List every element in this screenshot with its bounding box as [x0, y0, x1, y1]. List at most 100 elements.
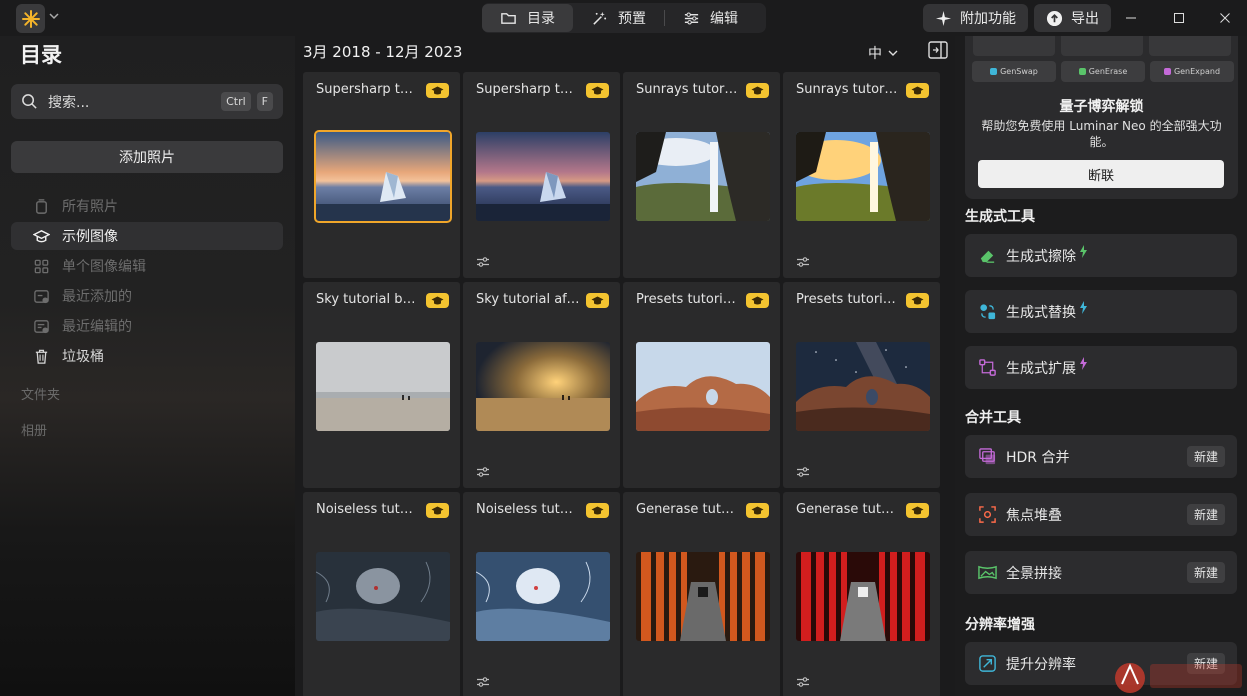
- grid-icon: [34, 259, 49, 273]
- photo-thumbnail[interactable]: [314, 130, 452, 223]
- tutorial-badge: [426, 503, 449, 518]
- export-button[interactable]: 导出: [1034, 4, 1111, 32]
- photo-thumbnail[interactable]: [316, 342, 450, 431]
- tab-edit[interactable]: 编辑: [665, 4, 756, 32]
- search-input[interactable]: 搜索... Ctrl F: [11, 84, 283, 119]
- folders-section-header[interactable]: 文件夹: [21, 384, 60, 403]
- tab-catalog[interactable]: 目录: [482, 4, 573, 32]
- graduation-cap-icon: [911, 296, 924, 304]
- photo-card[interactable]: Generase tutorial before: [623, 492, 780, 696]
- sidebar-item-recently-added[interactable]: 最近添加的: [11, 282, 283, 310]
- thumbnail-size-select[interactable]: 中: [868, 43, 898, 63]
- photo-card[interactable]: Sky tutorial before: [303, 282, 460, 488]
- photo-thumbnail[interactable]: [476, 132, 610, 221]
- mode-tabs: 目录 预置 编辑: [482, 3, 766, 33]
- sidebar-item-all-photos[interactable]: 所有照片: [11, 192, 283, 220]
- photo-thumbnail[interactable]: [796, 552, 930, 641]
- app-logo-button[interactable]: [16, 4, 45, 33]
- photo-card[interactable]: Noiseless tutorial after: [463, 492, 620, 696]
- minimize-button[interactable]: [1121, 8, 1141, 28]
- tab-label: 目录: [527, 11, 555, 27]
- graduation-cap-icon: [33, 229, 50, 242]
- upload-icon: [1046, 10, 1063, 26]
- photo-thumbnail[interactable]: [636, 342, 770, 431]
- watermark-logo: [1115, 663, 1242, 693]
- graduation-cap-icon: [431, 296, 444, 304]
- tutorial-badge: [586, 503, 609, 518]
- photo-card[interactable]: Sky tutorial after: [463, 282, 620, 488]
- focus-stack-icon: [979, 506, 996, 523]
- sidebar-item-label: 所有照片: [62, 199, 118, 215]
- tutorial-badge: [426, 293, 449, 308]
- extras-button[interactable]: 附加功能: [923, 4, 1028, 32]
- sidebar-item-trash[interactable]: 垃圾桶: [11, 342, 283, 370]
- chip-genexpand[interactable]: GenExpand: [1150, 61, 1234, 82]
- tool-generative-erase[interactable]: 生成式擦除: [965, 234, 1237, 277]
- tutorial-badge: [586, 293, 609, 308]
- photos-stack-icon: [36, 198, 47, 214]
- chip-genswap[interactable]: GenSwap: [972, 61, 1056, 82]
- sidebar-item-sample-images[interactable]: 示例图像: [11, 222, 283, 250]
- photo-thumbnail[interactable]: [636, 132, 770, 221]
- close-button[interactable]: [1215, 8, 1235, 28]
- photo-thumbnail[interactable]: [476, 342, 610, 431]
- graduation-cap-icon: [591, 86, 604, 94]
- minimize-icon: [1126, 17, 1136, 19]
- search-placeholder: 搜索...: [48, 94, 90, 111]
- hdr-layers-icon: [979, 448, 996, 465]
- tab-label: 编辑: [710, 11, 738, 27]
- graduation-cap-icon: [751, 86, 764, 94]
- photo-card[interactable]: Supersharp tutorial after: [463, 72, 620, 278]
- photo-grid: Supersharp tutorial before Supersharp tut…: [303, 72, 943, 696]
- edited-sliders-icon: [476, 675, 490, 689]
- photo-name: Presets tutorial before: [636, 292, 740, 307]
- shortcut-key: Ctrl: [221, 92, 251, 111]
- right-panel: GenSwap GenErase GenExpand 量子博弈解锁 帮助您免费使…: [955, 36, 1247, 696]
- tool-focus-stacking[interactable]: 焦点堆叠 新建: [965, 493, 1237, 536]
- tool-generative-swap[interactable]: 生成式替换: [965, 290, 1237, 333]
- tool-generative-expand[interactable]: 生成式扩展: [965, 346, 1237, 389]
- photo-thumbnail[interactable]: [316, 552, 450, 641]
- photo-name: Sky tutorial before: [316, 292, 420, 307]
- add-photos-button[interactable]: 添加照片: [11, 141, 283, 173]
- photo-thumbnail[interactable]: [796, 342, 930, 431]
- maximize-button[interactable]: [1169, 8, 1189, 28]
- photo-name: Generase tutorial before: [636, 502, 740, 517]
- tool-label: 全景拼接: [1006, 565, 1062, 582]
- sidebar-item-single-edits[interactable]: 单个图像编辑: [11, 252, 283, 280]
- genexpand-icon: [1163, 68, 1171, 75]
- thumbnail-size-value: 中: [868, 46, 882, 62]
- photo-name: Supersharp tutorial before: [316, 82, 420, 97]
- tutorial-badge: [906, 83, 929, 98]
- photo-card[interactable]: Generase tutorial after: [783, 492, 940, 696]
- photo-card[interactable]: Presets tutorial before: [623, 282, 780, 488]
- photo-name: Sunrays tutorial after: [796, 82, 900, 97]
- toggle-panel-icon[interactable]: [928, 41, 948, 59]
- tool-label: 焦点堆叠: [1006, 507, 1062, 524]
- tool-panorama-stitching[interactable]: 全景拼接 新建: [965, 551, 1237, 594]
- photo-card[interactable]: Noiseless tutorial before: [303, 492, 460, 696]
- photo-name: Noiseless tutorial before: [316, 502, 420, 517]
- maximize-icon: [1174, 13, 1184, 23]
- photo-card[interactable]: Sunrays tutorial before: [623, 72, 780, 278]
- date-range: 3月 2018 - 12月 2023: [303, 43, 463, 61]
- albums-section-header[interactable]: 相册: [21, 420, 47, 439]
- sliders-icon: [684, 12, 699, 24]
- promo-description: 帮助您免费使用 Luminar Neo 的全部强大功能。: [981, 119, 1222, 149]
- expand-icon: [979, 359, 996, 376]
- generative-tools-heading: 生成式工具: [965, 209, 1035, 225]
- photo-card[interactable]: Sunrays tutorial after: [783, 72, 940, 278]
- lightning-icon: [1080, 357, 1087, 370]
- photo-thumbnail[interactable]: [476, 552, 610, 641]
- sidebar-item-recently-edited[interactable]: 最近编辑的: [11, 312, 283, 340]
- photo-thumbnail[interactable]: [796, 132, 930, 221]
- chip-generase[interactable]: GenErase: [1061, 61, 1145, 82]
- tab-presets[interactable]: 预置: [573, 4, 664, 32]
- disconnect-button[interactable]: 断联: [978, 160, 1224, 188]
- tool-hdr-merge[interactable]: HDR 合并 新建: [965, 435, 1237, 478]
- photo-card[interactable]: Supersharp tutorial before: [303, 72, 460, 278]
- edited-sliders-icon: [476, 465, 490, 479]
- photo-thumbnail[interactable]: [636, 552, 770, 641]
- chevron-down-icon[interactable]: [48, 10, 60, 22]
- photo-card[interactable]: Presets tutorial after: [783, 282, 940, 488]
